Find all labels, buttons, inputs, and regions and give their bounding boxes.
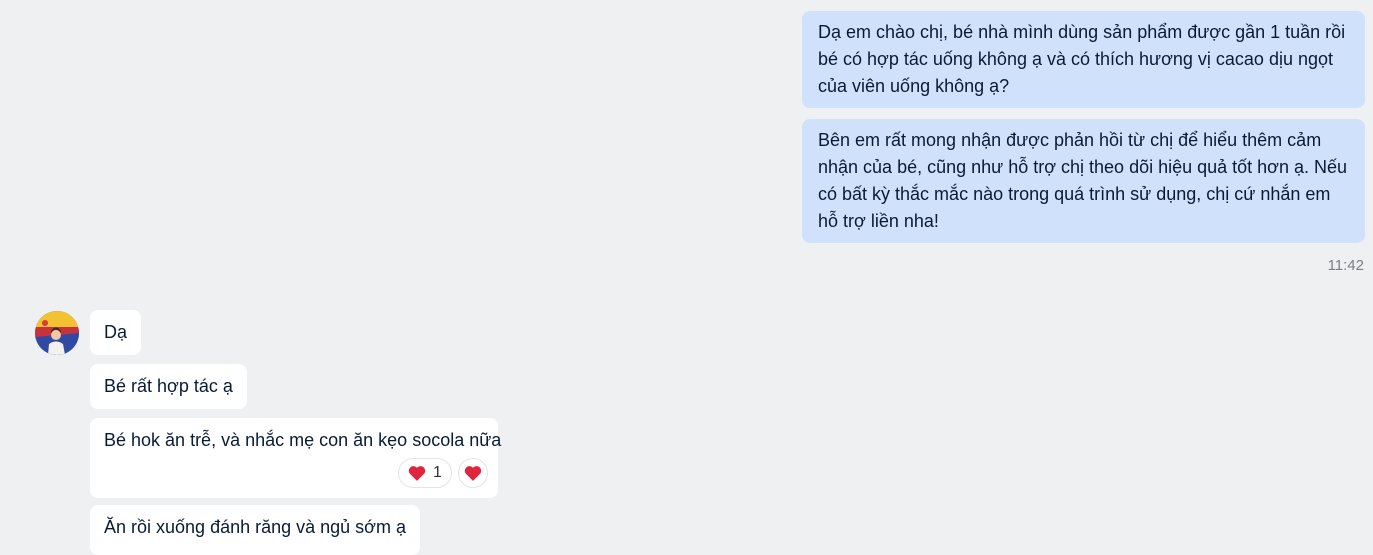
incoming-message[interactable]: Bé rất hợp tác ạ [90, 364, 247, 409]
message-text: Dạ em chào chị, bé nhà mình dùng sản phẩ… [818, 22, 1346, 96]
heart-icon [464, 466, 482, 481]
reaction-count: 1 [433, 464, 442, 481]
outgoing-message[interactable]: Bên em rất mong nhận được phản hồi từ ch… [802, 119, 1365, 243]
message-reactions: 1 [398, 458, 488, 488]
react-heart-button[interactable] [457, 458, 488, 488]
avatar-image [35, 311, 79, 355]
incoming-message[interactable]: Ăn rồi xuống đánh răng và ngủ sớm ạ [90, 505, 420, 555]
reaction-summary[interactable]: 1 [398, 458, 452, 488]
message-text: Bên em rất mong nhận được phản hồi từ ch… [818, 130, 1348, 231]
message-text: Bé hok ăn trễ, và nhắc mẹ con ăn kẹo soc… [104, 430, 502, 450]
heart-icon [408, 466, 426, 481]
message-text: Dạ [104, 322, 128, 342]
incoming-message[interactable]: Dạ [90, 310, 142, 355]
message-text: Ăn rồi xuống đánh răng và ngủ sớm ạ [104, 517, 406, 537]
message-text: Bé rất hợp tác ạ [104, 376, 233, 396]
outgoing-message[interactable]: Dạ em chào chị, bé nhà mình dùng sản phẩ… [802, 11, 1365, 108]
sender-avatar[interactable] [35, 311, 79, 355]
message-timestamp: 11:42 [1327, 257, 1364, 274]
